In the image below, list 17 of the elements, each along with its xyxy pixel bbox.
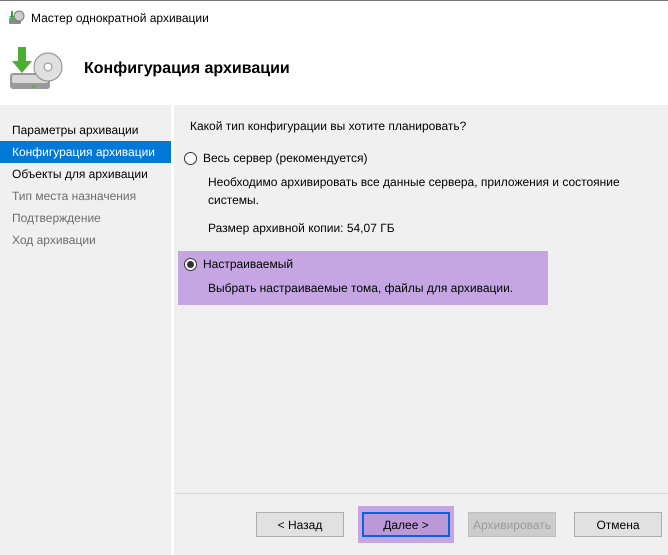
option-description: Необходимо архивировать все данные сервера, приложения и состояние системы. <box>208 174 621 209</box>
radio-button[interactable] <box>184 152 197 164</box>
page-heading: Конфигурация архивации <box>84 59 290 79</box>
option-description: Выбрать настраиваемые тома, файлы для архивации. <box>208 280 514 297</box>
backup-icon <box>8 10 25 25</box>
radio-button[interactable] <box>184 258 197 270</box>
wizard-button[interactable]: < Назад <box>256 512 344 537</box>
question-text: Какой тип конфигурации вы хотите планировать? <box>190 118 468 135</box>
sidebar-item[interactable]: Конфигурация архивации <box>0 141 171 163</box>
sidebar-item[interactable]: Объекты для архивации <box>0 163 171 185</box>
sidebar-item[interactable]: Параметры архивации <box>0 119 171 141</box>
backup-size-text: Размер архивной копии: 54,07 ГБ <box>208 220 396 237</box>
option-label[interactable]: Весь сервер (рекомендуется) <box>203 149 368 167</box>
window-title: Мастер однократной архивации <box>31 10 209 26</box>
wizard-button[interactable]: Далее > <box>362 512 450 537</box>
wizard-button[interactable]: Отмена <box>574 512 662 537</box>
option-label[interactable]: Настраиваемый <box>203 255 294 273</box>
